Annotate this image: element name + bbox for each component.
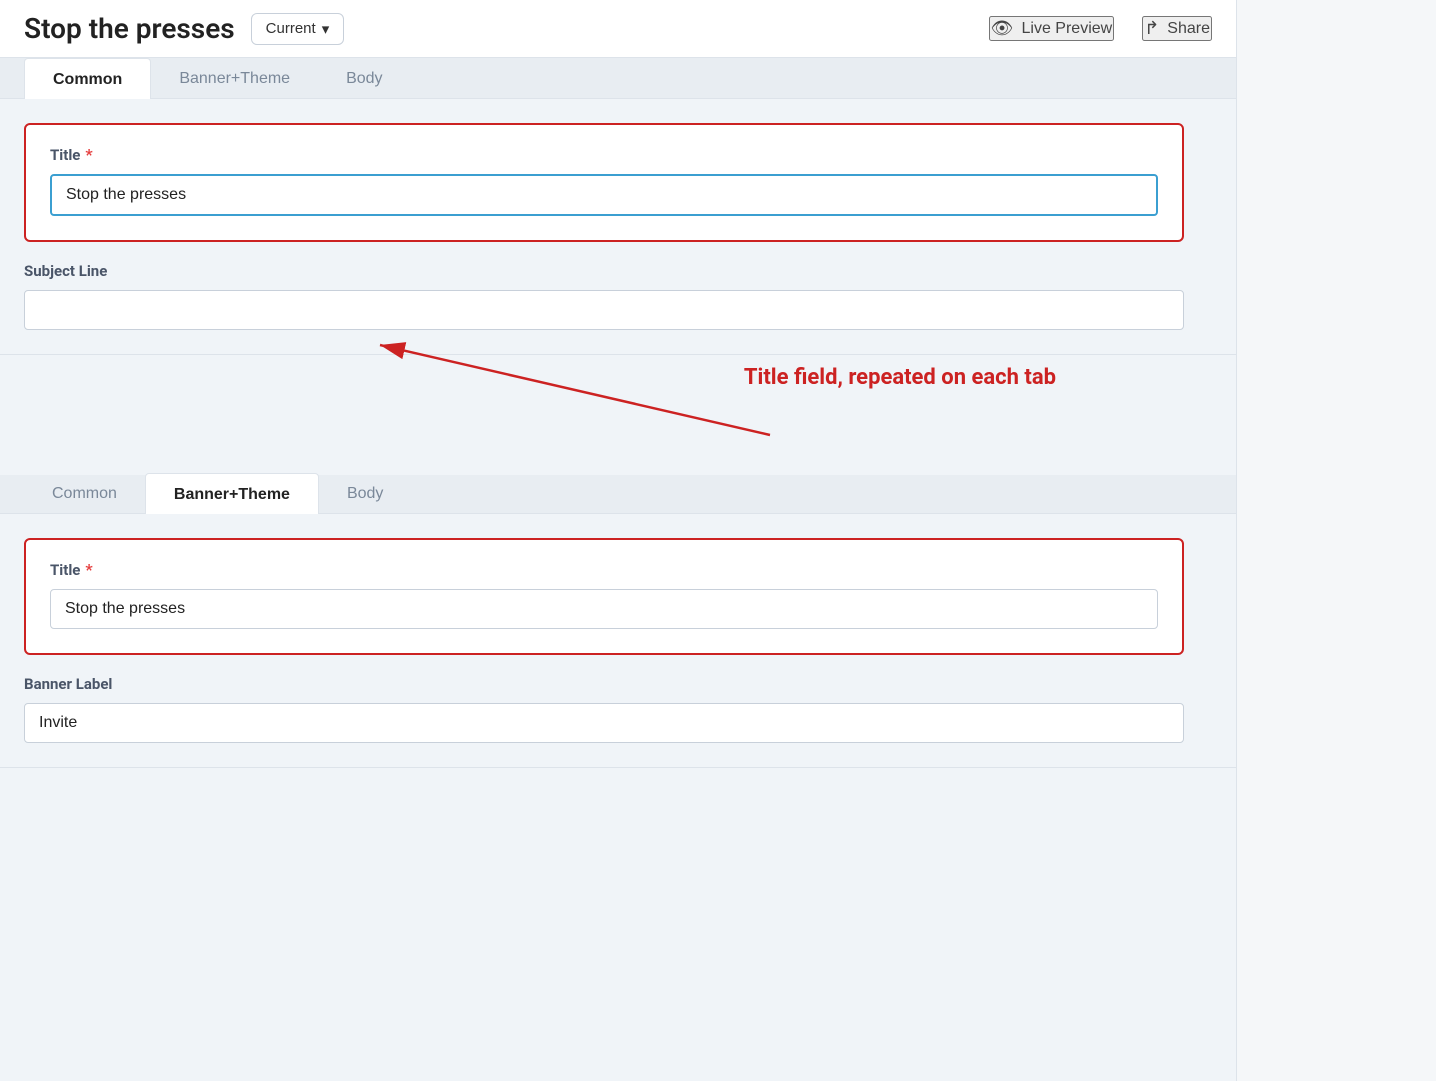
top-title-required: * [85, 145, 92, 164]
page-title: Stop the presses [24, 12, 235, 45]
top-panel-header: Stop the presses Current ▾ 👁 Live Previe… [0, 0, 1236, 58]
share-button[interactable]: ↱ Share [1142, 16, 1212, 41]
top-panel: Stop the presses Current ▾ 👁 Live Previe… [0, 0, 1236, 355]
bottom-title-input[interactable] [50, 589, 1158, 629]
tab-banner-theme-bottom[interactable]: Banner+Theme [145, 473, 319, 514]
share-icon: ↱ [1144, 18, 1159, 39]
top-title-input[interactable] [50, 174, 1158, 216]
top-title-label: Title * [50, 145, 1158, 164]
top-tabs-bar: Common Banner+Theme Body [0, 58, 1236, 99]
header-actions: 👁 Live Preview ↱ Share [989, 16, 1212, 41]
tab-common-top[interactable]: Common [24, 58, 151, 99]
tab-body-top[interactable]: Body [318, 58, 410, 98]
live-preview-button[interactable]: 👁 Live Preview [989, 16, 1115, 41]
bottom-banner-label-label: Banner Label [24, 675, 1184, 693]
version-dropdown[interactable]: Current ▾ [251, 13, 345, 45]
bottom-tabs-bar: Common Banner+Theme Body [0, 473, 1236, 514]
bottom-title-form-card: Title * [24, 538, 1184, 655]
eye-icon: 👁 [991, 18, 1014, 39]
tab-common-bottom[interactable]: Common [24, 473, 145, 513]
top-subject-input[interactable] [24, 290, 1184, 330]
bottom-title-required: * [85, 560, 92, 579]
annotation-text: Title field, repeated on each tab [744, 365, 1056, 390]
bottom-title-label: Title * [50, 560, 1158, 579]
top-title-form-card: Title * [24, 123, 1184, 242]
tab-body-bottom[interactable]: Body [319, 473, 411, 513]
tab-banner-theme-top[interactable]: Banner+Theme [151, 58, 318, 98]
bottom-banner-label-input[interactable] [24, 703, 1184, 743]
top-subject-label: Subject Line [24, 262, 1184, 280]
